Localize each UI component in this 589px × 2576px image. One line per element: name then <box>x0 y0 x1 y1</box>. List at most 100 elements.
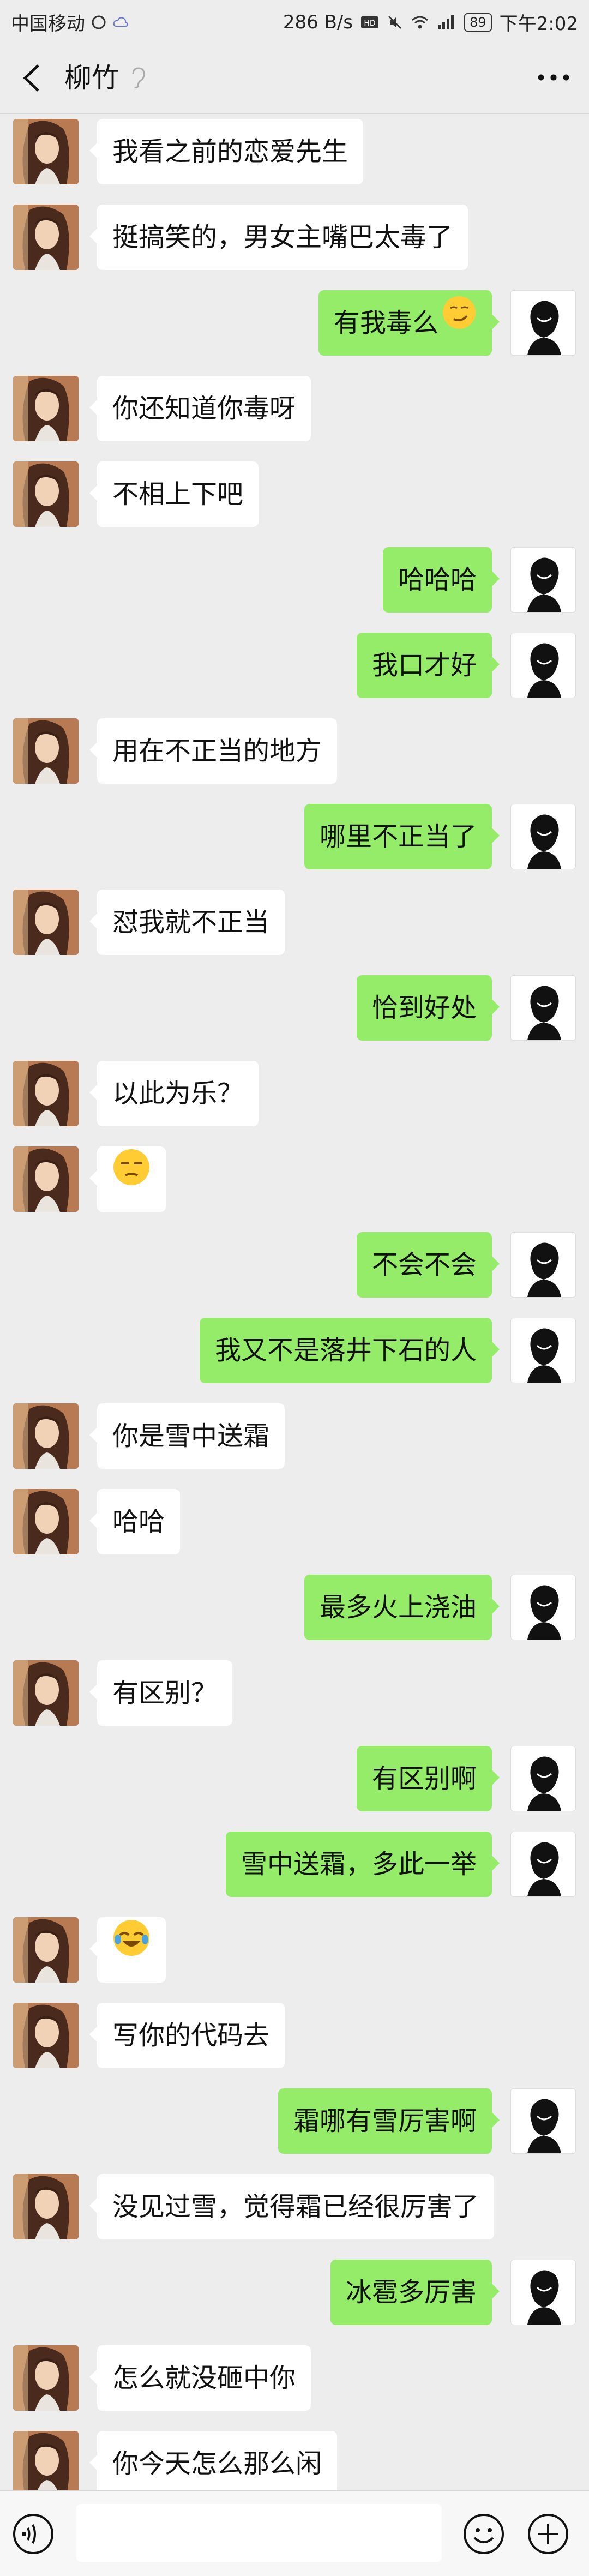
chat-header: 柳竹 <box>0 43 589 114</box>
my-avatar[interactable] <box>510 1832 576 1897</box>
contact-avatar[interactable] <box>13 2003 79 2068</box>
sent-message-row: 恰到好处 <box>0 971 589 1041</box>
contact-avatar[interactable] <box>13 205 79 270</box>
plus-icon[interactable] <box>527 2513 569 2555</box>
sent-message-row: 哈哈哈 <box>0 543 589 613</box>
message-bubble[interactable]: 我口才好 <box>356 633 500 698</box>
received-message-row: 挺搞笑的，男女主嘴巴太毒了 <box>0 200 589 270</box>
message-bubble[interactable]: 哈哈哈 <box>382 547 500 613</box>
my-avatar[interactable] <box>510 633 576 698</box>
received-message-row <box>0 1142 589 1212</box>
contact-avatar[interactable] <box>13 119 79 184</box>
message-text: 哈哈 <box>112 1506 165 1537</box>
message-bubble[interactable]: 霜哪有雪厉害啊 <box>278 2088 500 2154</box>
message-bubble[interactable]: 哪里不正当了 <box>304 804 500 869</box>
received-message-row: 怼我就不正当 <box>0 885 589 955</box>
contact-avatar[interactable] <box>13 1917 79 1983</box>
message-text: 有区别？ <box>112 1678 218 1708</box>
message-bubble[interactable] <box>89 1916 166 1983</box>
my-avatar[interactable] <box>510 1232 576 1298</box>
voice-icon[interactable] <box>12 2513 55 2555</box>
contact-avatar[interactable] <box>13 890 79 955</box>
back-arrow-icon[interactable] <box>19 63 46 93</box>
contact-avatar[interactable] <box>13 376 79 441</box>
message-bubble[interactable]: 写你的代码去 <box>89 2003 285 2068</box>
message-bubble[interactable]: 以此为乐？ <box>89 1061 259 1126</box>
emoji-picker-icon[interactable] <box>462 2513 505 2555</box>
message-bubble[interactable]: 你是雪中送霜 <box>89 1403 285 1469</box>
contact-name: 柳竹 <box>64 62 119 94</box>
my-avatar[interactable] <box>510 2260 576 2325</box>
message-bubble[interactable]: 你还知道你毒呀 <box>89 376 311 441</box>
contact-avatar[interactable] <box>13 1403 79 1469</box>
message-text: 霜哪有雪厉害啊 <box>293 2106 477 2136</box>
message-bubble[interactable]: 没见过雪，觉得霜已经很厉害了 <box>89 2174 495 2239</box>
message-text: 怎么就没砸中你 <box>112 2363 296 2393</box>
contact-avatar[interactable] <box>13 718 79 784</box>
received-message-row: 你今天怎么那么闲 <box>0 2427 589 2496</box>
contact-avatar[interactable] <box>13 2345 79 2411</box>
message-text: 怼我就不正当 <box>112 907 270 938</box>
message-bubble[interactable]: 挺搞笑的，男女主嘴巴太毒了 <box>89 205 468 270</box>
message-bubble[interactable]: 恰到好处 <box>356 975 500 1041</box>
message-bubble[interactable]: 不相上下吧 <box>89 461 259 527</box>
my-avatar[interactable] <box>510 547 576 613</box>
message-bubble[interactable]: 雪中送霜，多此一举 <box>225 1832 500 1897</box>
input-bar <box>0 2490 589 2576</box>
my-avatar[interactable] <box>510 804 576 869</box>
my-avatar[interactable] <box>510 2088 576 2154</box>
received-message-row: 没见过雪，觉得霜已经很厉害了 <box>0 2170 589 2239</box>
sent-message-row: 有区别啊 <box>0 1742 589 1811</box>
message-bubble[interactable]: 你今天怎么那么闲 <box>89 2431 338 2496</box>
contact-avatar[interactable] <box>13 461 79 527</box>
message-bubble[interactable]: 怎么就没砸中你 <box>89 2345 311 2411</box>
earpiece-icon <box>132 67 145 89</box>
more-options-icon[interactable] <box>537 73 570 82</box>
unamused-emoji-icon <box>112 1145 151 1210</box>
contact-avatar[interactable] <box>13 1146 79 1212</box>
received-message-row: 我看之前的恋爱先生 <box>0 115 589 184</box>
received-message-row: 怎么就没砸中你 <box>0 2341 589 2411</box>
sent-message-row: 霜哪有雪厉害啊 <box>0 2084 589 2154</box>
message-text: 你还知道你毒呀 <box>112 393 296 424</box>
received-message-row: 用在不正当的地方 <box>0 714 589 784</box>
message-bubble[interactable]: 有区别啊 <box>356 1746 500 1811</box>
carrier-label: 中国移动 <box>11 13 85 35</box>
message-text: 我又不是落井下石的人 <box>214 1335 477 1366</box>
message-text: 不会不会 <box>371 1250 477 1280</box>
message-bubble[interactable]: 冰雹多厉害 <box>330 2260 500 2325</box>
message-bubble[interactable]: 有我毒么 <box>318 290 500 356</box>
my-avatar[interactable] <box>510 290 576 356</box>
message-text: 用在不正当的地方 <box>112 736 322 766</box>
message-text: 冰雹多厉害 <box>345 2277 477 2308</box>
cloud-icon <box>113 17 128 27</box>
my-avatar[interactable] <box>510 1318 576 1383</box>
message-text: 有我毒么 <box>333 308 438 338</box>
battery-indicator: 89 <box>464 13 492 32</box>
message-bubble[interactable]: 哈哈 <box>89 1489 181 1554</box>
received-message-row: 以此为乐？ <box>0 1056 589 1126</box>
message-input[interactable] <box>76 2504 442 2562</box>
message-text: 我看之前的恋爱先生 <box>112 136 348 167</box>
my-avatar[interactable] <box>510 975 576 1041</box>
clock: 下午2:02 <box>499 13 578 35</box>
message-bubble[interactable]: 用在不正当的地方 <box>89 718 338 784</box>
svg-text:HD: HD <box>364 19 375 28</box>
message-bubble[interactable]: 有区别？ <box>89 1660 233 1726</box>
message-bubble[interactable] <box>89 1145 166 1212</box>
contact-avatar[interactable] <box>13 1489 79 1554</box>
message-bubble[interactable]: 怼我就不正当 <box>89 890 285 955</box>
message-bubble[interactable]: 最多火上浇油 <box>304 1575 500 1640</box>
contact-avatar[interactable] <box>13 2174 79 2239</box>
contact-avatar[interactable] <box>13 1660 79 1726</box>
laughing-crying-emoji-icon <box>112 1916 151 1981</box>
message-text: 我口才好 <box>371 650 477 681</box>
my-avatar[interactable] <box>510 1746 576 1811</box>
message-bubble[interactable]: 不会不会 <box>356 1232 500 1298</box>
message-bubble[interactable]: 我又不是落井下石的人 <box>199 1318 500 1383</box>
contact-avatar[interactable] <box>13 2431 79 2496</box>
my-avatar[interactable] <box>510 1575 576 1640</box>
contact-avatar[interactable] <box>13 1061 79 1126</box>
message-text: 没见过雪，觉得霜已经很厉害了 <box>112 2191 479 2222</box>
message-bubble[interactable]: 我看之前的恋爱先生 <box>89 119 364 184</box>
